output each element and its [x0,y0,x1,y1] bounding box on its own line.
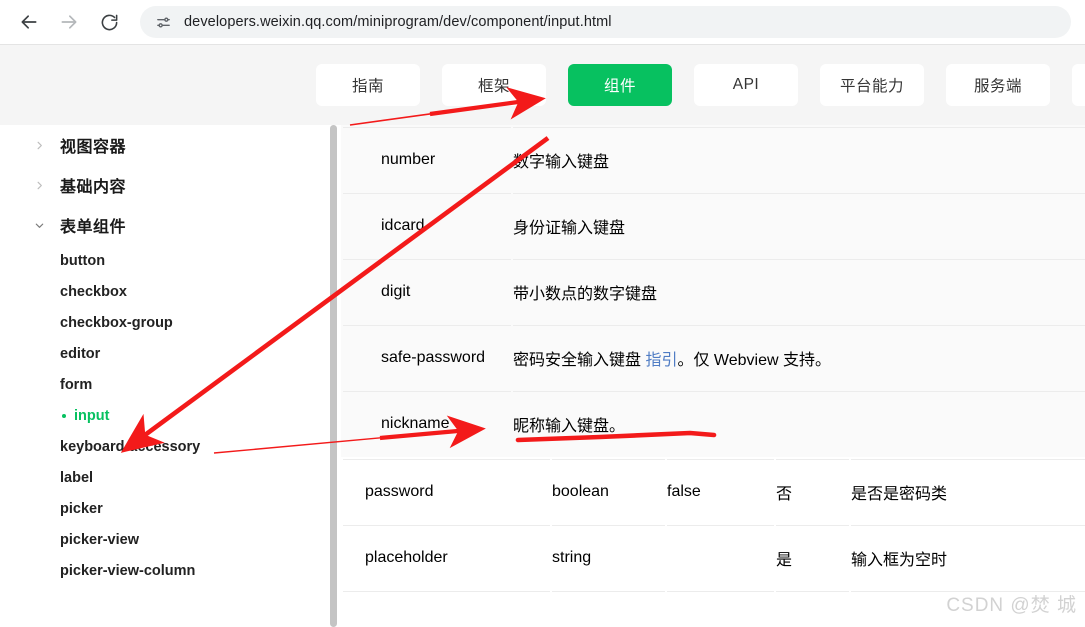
tab-framework[interactable]: 框架 [442,64,546,106]
forward-button[interactable] [52,5,86,39]
sidebar-item-input[interactable]: input [0,400,334,431]
sidebar-item-label[interactable]: label [0,462,334,493]
sidebar-item-label: picker [60,500,103,517]
main-nav-tabs: 指南 框架 组件 API 平台能力 服务端 [316,64,1085,106]
sidebar-group-label: 基础内容 [60,179,127,196]
cell-prop-desc: 输入框为空时 [851,525,1085,589]
sidebar-item-button[interactable]: button [0,245,334,276]
sidebar-item-picker[interactable]: picker [0,493,334,524]
main-content: number 数字输入键盘 idcard 身份证输入键盘 digit 带小数点的… [341,125,1085,627]
cell-name: idcard [343,193,511,257]
cell-description-text: 带小数点的数字键盘 [513,285,658,303]
table-row: placeholder string 是 输入框为空时 [343,525,1085,589]
table-row: password boolean false 否 是否是密码类 [343,459,1085,523]
cell-name: safe-password [343,325,511,389]
sidebar-scrollbar[interactable] [330,125,337,627]
guide-link[interactable]: 指引 [645,352,677,369]
cell-name: number [343,127,511,191]
sidebar-item-keyboard-accessory[interactable]: keyboard-accessory [0,431,334,462]
cell-prop-name: placeholder [343,525,550,589]
cell-prop-required: 否 [776,459,849,523]
page-body: 视图容器 基础内容 表单组件 button checkbox checkbox-… [0,125,1085,627]
cell-name: nickname [343,391,511,455]
site-settings-icon[interactable] [150,9,176,35]
tab-platform-capability[interactable]: 平台能力 [820,64,924,106]
keyboard-type-table: number 数字输入键盘 idcard 身份证输入键盘 digit 带小数点的… [341,125,1085,457]
sidebar-item-label: picker-view-column [60,562,196,579]
sidebar-group-label: 表单组件 [60,219,127,236]
sidebar-item-label: form [60,376,93,393]
back-button[interactable] [12,5,46,39]
table-row: digit 带小数点的数字键盘 [343,259,1085,323]
table-row: nickname 昵称输入键盘。 [343,391,1085,455]
sidebar-item-label: checkbox [60,283,127,300]
cell-prop-required: 是 [776,525,849,589]
sidebar-item-label: picker-view [60,531,139,548]
chevron-down-icon [34,220,50,231]
sidebar-nav[interactable]: 视图容器 基础内容 表单组件 button checkbox checkbox-… [0,125,334,627]
table-row: safe-password 密码安全输入键盘 指引。仅 Webview 支持。 [343,325,1085,389]
sidebar-item-checkbox[interactable]: checkbox [0,276,334,307]
cell-description-text: 身份证输入键盘 [513,219,626,237]
sidebar-item-picker-view[interactable]: picker-view [0,524,334,555]
cell-prop-default: false [667,459,774,523]
address-bar[interactable]: developers.weixin.qq.com/miniprogram/dev… [140,6,1071,38]
sidebar-group-form-components[interactable]: 表单组件 [0,205,334,245]
sidebar-item-label: keyboard-accessory [60,438,201,455]
sidebar-item-editor[interactable]: editor [0,338,334,369]
chevron-right-icon [34,140,50,151]
cell-prop-default [667,525,774,589]
tab-component[interactable]: 组件 [568,64,672,106]
cell-prop-type: string [552,525,665,589]
sidebar-item-form[interactable]: form [0,369,334,400]
sidebar-group-label: 视图容器 [60,139,127,156]
back-arrow-icon [19,12,39,32]
cell-prop-desc: 是否是密码类 [851,459,1085,523]
cell-description: 昵称输入键盘。 [513,391,1085,455]
site-header: 指南 框架 组件 API 平台能力 服务端 [0,45,1085,125]
cell-name: digit [343,259,511,323]
tab-server[interactable]: 服务端 [946,64,1050,106]
cell-description: 密码安全输入键盘 指引。仅 Webview 支持。 [513,325,1085,389]
cell-description-text: 密码安全输入键盘 [513,351,646,369]
table-row: idcard 身份证输入键盘 [343,193,1085,257]
sidebar-item-label: button [60,252,106,269]
cell-prop-type: boolean [552,459,665,523]
sidebar-item-label: checkbox-group [60,314,173,331]
sidebar-item-picker-view-column[interactable]: picker-view-column [0,555,334,586]
cell-description: 数字输入键盘 [513,127,1085,191]
reload-button[interactable] [92,5,126,39]
sidebar-item-label: editor [60,345,101,362]
tab-guide[interactable]: 指南 [316,64,420,106]
sidebar-item-label: input [74,407,110,424]
url-text: developers.weixin.qq.com/miniprogram/dev… [184,14,612,30]
chevron-right-icon [34,180,50,191]
cell-description: 身份证输入键盘 [513,193,1085,257]
tab-api[interactable]: API [694,64,798,106]
cell-description: 带小数点的数字键盘 [513,259,1085,323]
cell-prop-name: password [343,459,550,523]
cell-description-text: 数字输入键盘 [513,153,610,171]
cell-description-suffix: 。仅 Webview 支持。 [677,351,831,369]
sidebar-group-basic-content[interactable]: 基础内容 [0,165,334,205]
sidebar-item-label: label [60,469,94,486]
browser-toolbar: developers.weixin.qq.com/miniprogram/dev… [0,0,1085,45]
cell-description-text: 昵称输入键盘。 [513,417,626,435]
active-bullet-icon [62,413,66,418]
sidebar-item-checkbox-group[interactable]: checkbox-group [0,307,334,338]
table-row: number 数字输入键盘 [343,127,1085,191]
forward-arrow-icon [59,12,79,32]
sidebar-group-view-container[interactable]: 视图容器 [0,125,334,165]
csdn-watermark: CSDN @焚 城 [946,595,1077,616]
reload-icon [100,13,119,32]
tab-overflow[interactable] [1072,64,1085,106]
